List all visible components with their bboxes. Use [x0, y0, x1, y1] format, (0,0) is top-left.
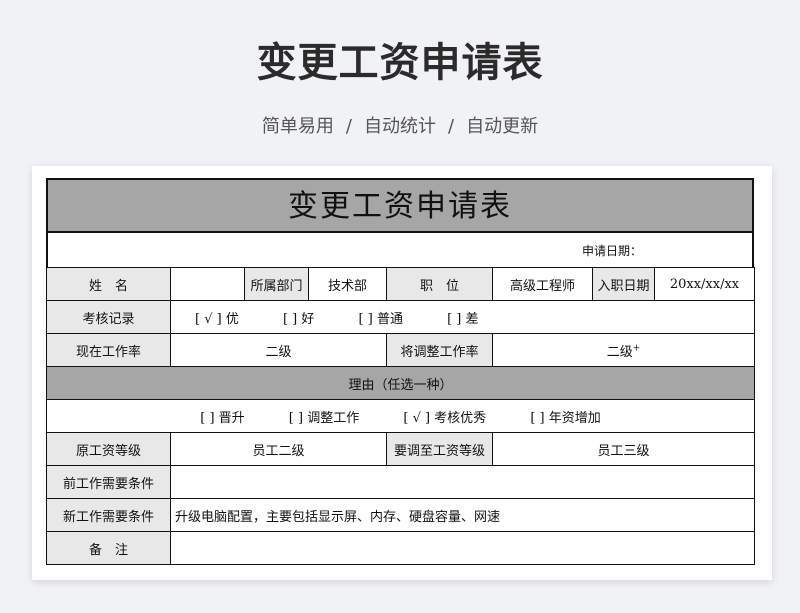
remark-field[interactable] [170, 531, 755, 565]
table-row: 姓 名 所属部门 技术部 职 位 高级工程师 入职日期 20xx/xx/xx [46, 267, 755, 301]
review-label: 考核记录 [46, 300, 171, 334]
review-option-good[interactable]: [ ] 好 [283, 312, 314, 327]
form-preview-card: 变更工资申请表 申请日期： 姓 名 所属部门 技术部 职 位 高级工程师 入职日… [32, 166, 772, 580]
dept-field[interactable]: 技术部 [308, 267, 387, 301]
orig-grade-field[interactable]: 员工二级 [170, 432, 387, 466]
reason-options[interactable]: [ ] 晋升 [ ] 调整工作 [ √ ] 考核优秀 [ ] 年资增加 [46, 399, 755, 433]
table-row: 理由（任选一种） [46, 366, 755, 400]
reason-option-job-change[interactable]: [ ] 调整工作 [289, 411, 359, 426]
review-option-normal[interactable]: [ ] 普通 [359, 312, 403, 327]
form-title: 变更工资申请表 [46, 178, 754, 231]
position-label: 职 位 [386, 267, 493, 301]
new-grade-label: 要调至工资等级 [386, 432, 493, 466]
apply-date-row: 申请日期： [46, 231, 754, 267]
prev-conditions-field[interactable] [170, 465, 755, 499]
table-row: 原工资等级 员工二级 要调至工资等级 员工三级 [46, 432, 755, 466]
salary-change-form: 变更工资申请表 申请日期： 姓 名 所属部门 技术部 职 位 高级工程师 入职日… [46, 178, 755, 565]
reason-option-excellent-review[interactable]: [ √ ] 考核优秀 [403, 411, 486, 426]
name-label: 姓 名 [46, 267, 171, 301]
prev-conditions-label: 前工作需要条件 [46, 465, 171, 499]
position-field[interactable]: 高级工程师 [492, 267, 593, 301]
reason-header: 理由（任选一种） [46, 366, 755, 400]
table-row: 考核记录 [ √ ] 优 [ ] 好 [ ] 普通 [ ] 差 [46, 300, 755, 334]
reason-option-promotion[interactable]: [ ] 晋升 [200, 411, 244, 426]
name-field[interactable] [170, 267, 245, 301]
feature-2: 自动统计 [364, 116, 436, 137]
join-date-label: 入职日期 [592, 267, 655, 301]
join-date-field[interactable]: 20xx/xx/xx [654, 267, 755, 301]
table-row: 前工作需要条件 [46, 465, 755, 499]
orig-grade-label: 原工资等级 [46, 432, 171, 466]
new-conditions-label: 新工作需要条件 [46, 498, 171, 532]
current-rate-label: 现在工作率 [46, 333, 171, 367]
feature-1: 简单易用 [261, 116, 334, 137]
remark-label: 备 注 [46, 531, 171, 565]
table-row: 备 注 [46, 531, 755, 565]
table-row: [ ] 晋升 [ ] 调整工作 [ √ ] 考核优秀 [ ] 年资增加 [46, 399, 755, 433]
separator: / [345, 116, 352, 137]
table-row: 新工作需要条件 升级电脑配置，主要包括显示屏、内存、硬盘容量、网速 [46, 498, 755, 532]
dept-label: 所属部门 [244, 267, 309, 301]
separator: / [448, 116, 455, 137]
review-option-poor[interactable]: [ ] 差 [447, 312, 478, 327]
apply-date-label: 申请日期： [581, 243, 642, 258]
new-grade-field[interactable]: 员工三级 [492, 432, 755, 466]
table-row: 现在工作率 二级 将调整工作率 二级+ [46, 333, 755, 367]
review-options[interactable]: [ √ ] 优 [ ] 好 [ ] 普通 [ ] 差 [170, 300, 755, 334]
page-title: 变更工资申请表 [256, 40, 544, 86]
target-rate-mark: + [632, 343, 641, 354]
current-rate-field[interactable]: 二级 [170, 333, 387, 367]
target-rate-label: 将调整工作率 [386, 333, 493, 367]
review-option-excellent[interactable]: [ √ ] 优 [195, 312, 239, 327]
new-conditions-field[interactable]: 升级电脑配置，主要包括显示屏、内存、硬盘容量、网速 [170, 498, 755, 532]
feature-3: 自动更新 [466, 116, 539, 137]
page-subtitle: 简单易用 / 自动统计 / 自动更新 [0, 112, 800, 138]
target-rate-value: 二级 [606, 344, 633, 360]
target-rate-field[interactable]: 二级+ [492, 333, 755, 367]
reason-option-seniority[interactable]: [ ] 年资增加 [530, 411, 600, 426]
form-table: 姓 名 所属部门 技术部 职 位 高级工程师 入职日期 20xx/xx/xx 考… [46, 267, 755, 565]
